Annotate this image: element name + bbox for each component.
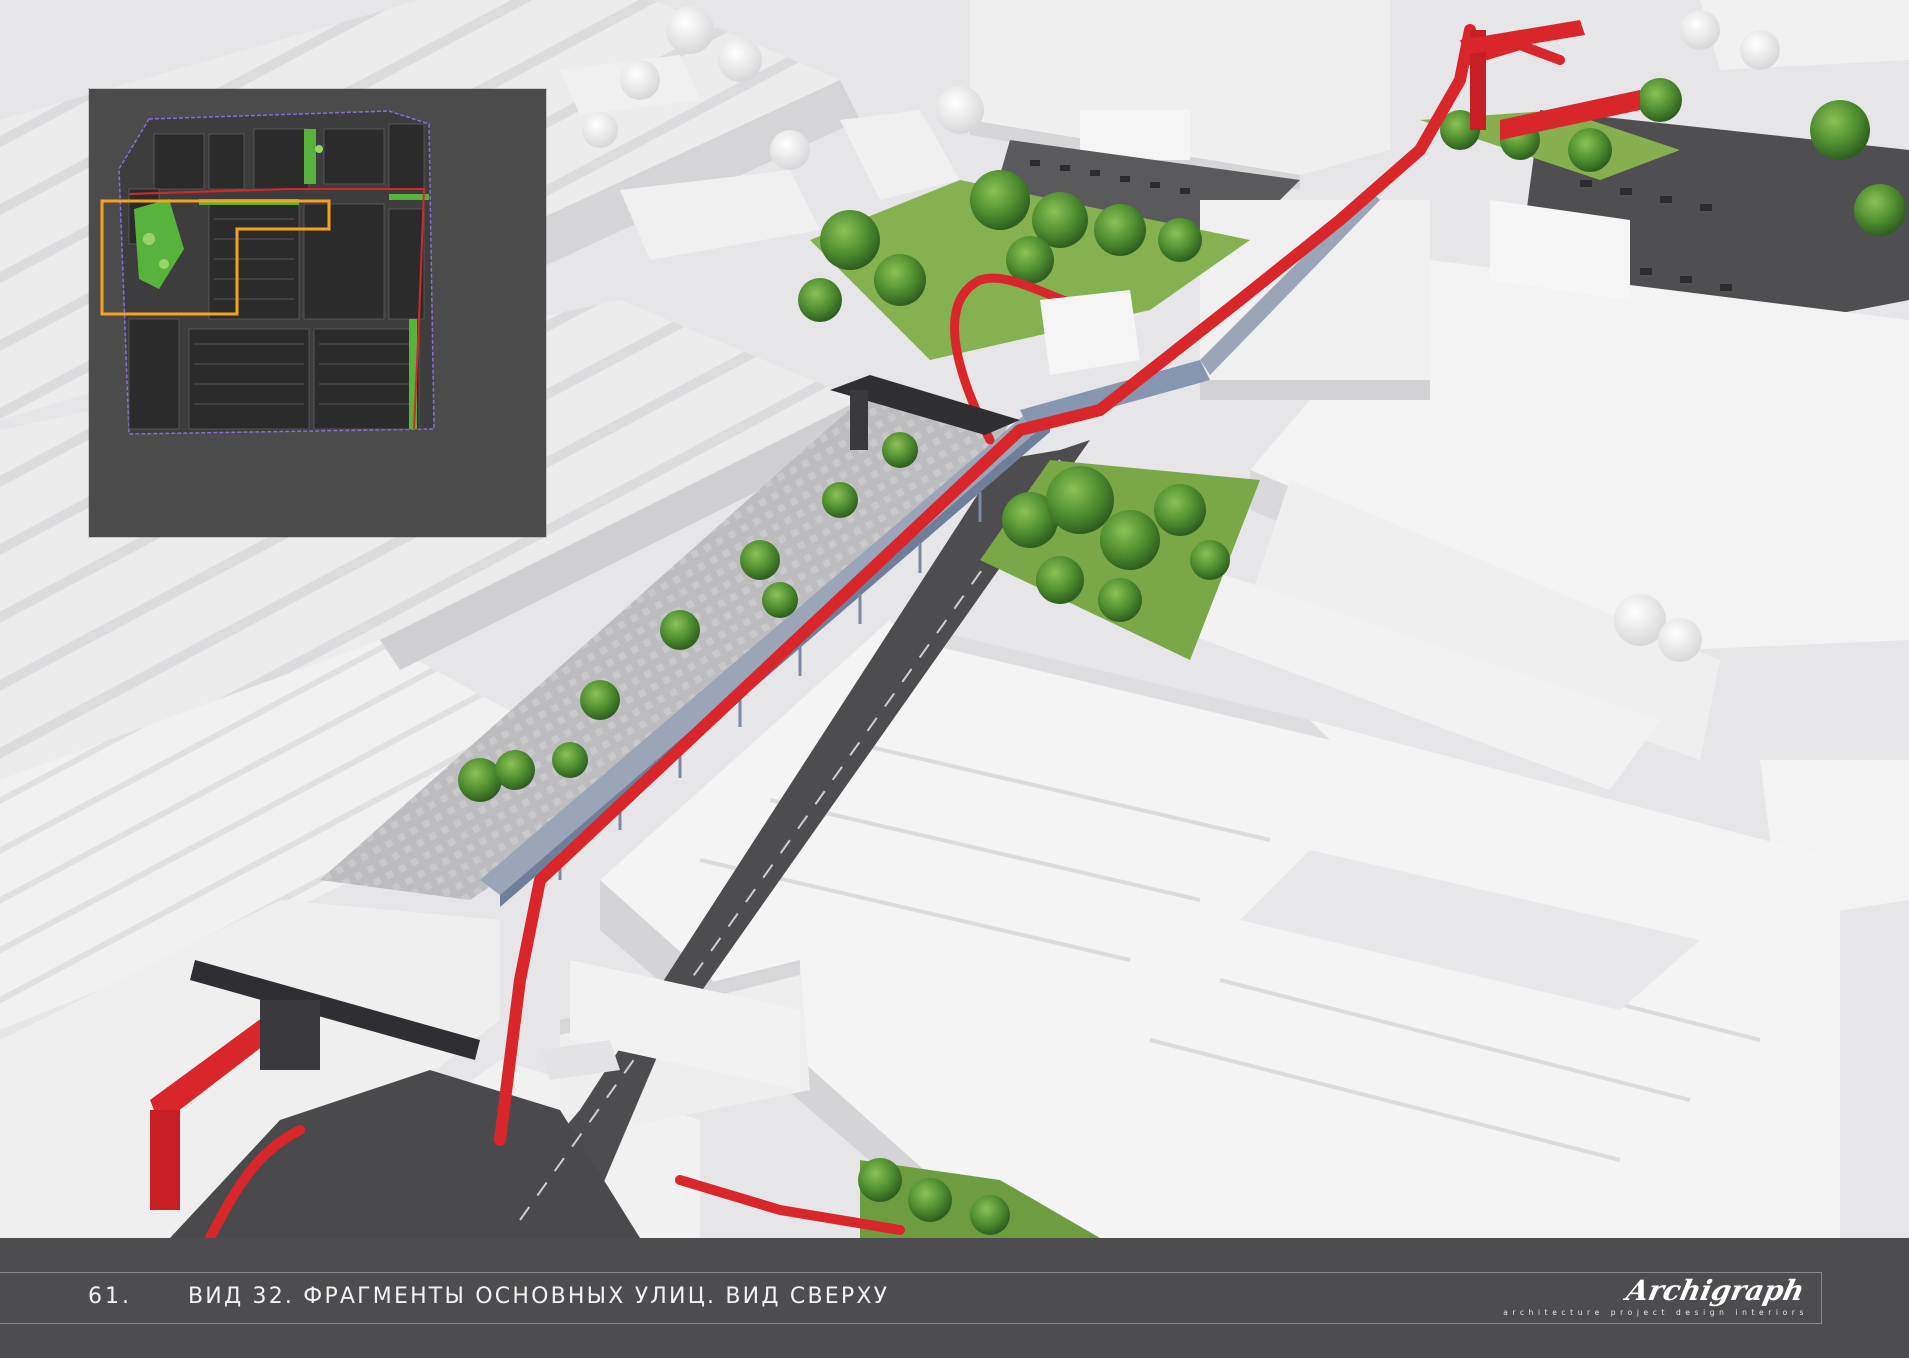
archigraph-logo: Archigraph architecture project design i… (1496, 1274, 1816, 1322)
view-caption: ВИД 32. ФРАГМЕНТЫ ОСНОВНЫХ УЛИЦ. ВИД СВЕ… (188, 1284, 890, 1309)
site-plan-inset (89, 89, 546, 537)
logo-wordmark: Archigraph (1623, 1274, 1808, 1307)
footer-bar: 61. ВИД 32. ФРАГМЕНТЫ ОСНОВНЫХ УЛИЦ. ВИД… (0, 1238, 1909, 1358)
logo-tagline: architecture project design interiors (1503, 1308, 1808, 1317)
page-number: 61. (88, 1284, 132, 1309)
